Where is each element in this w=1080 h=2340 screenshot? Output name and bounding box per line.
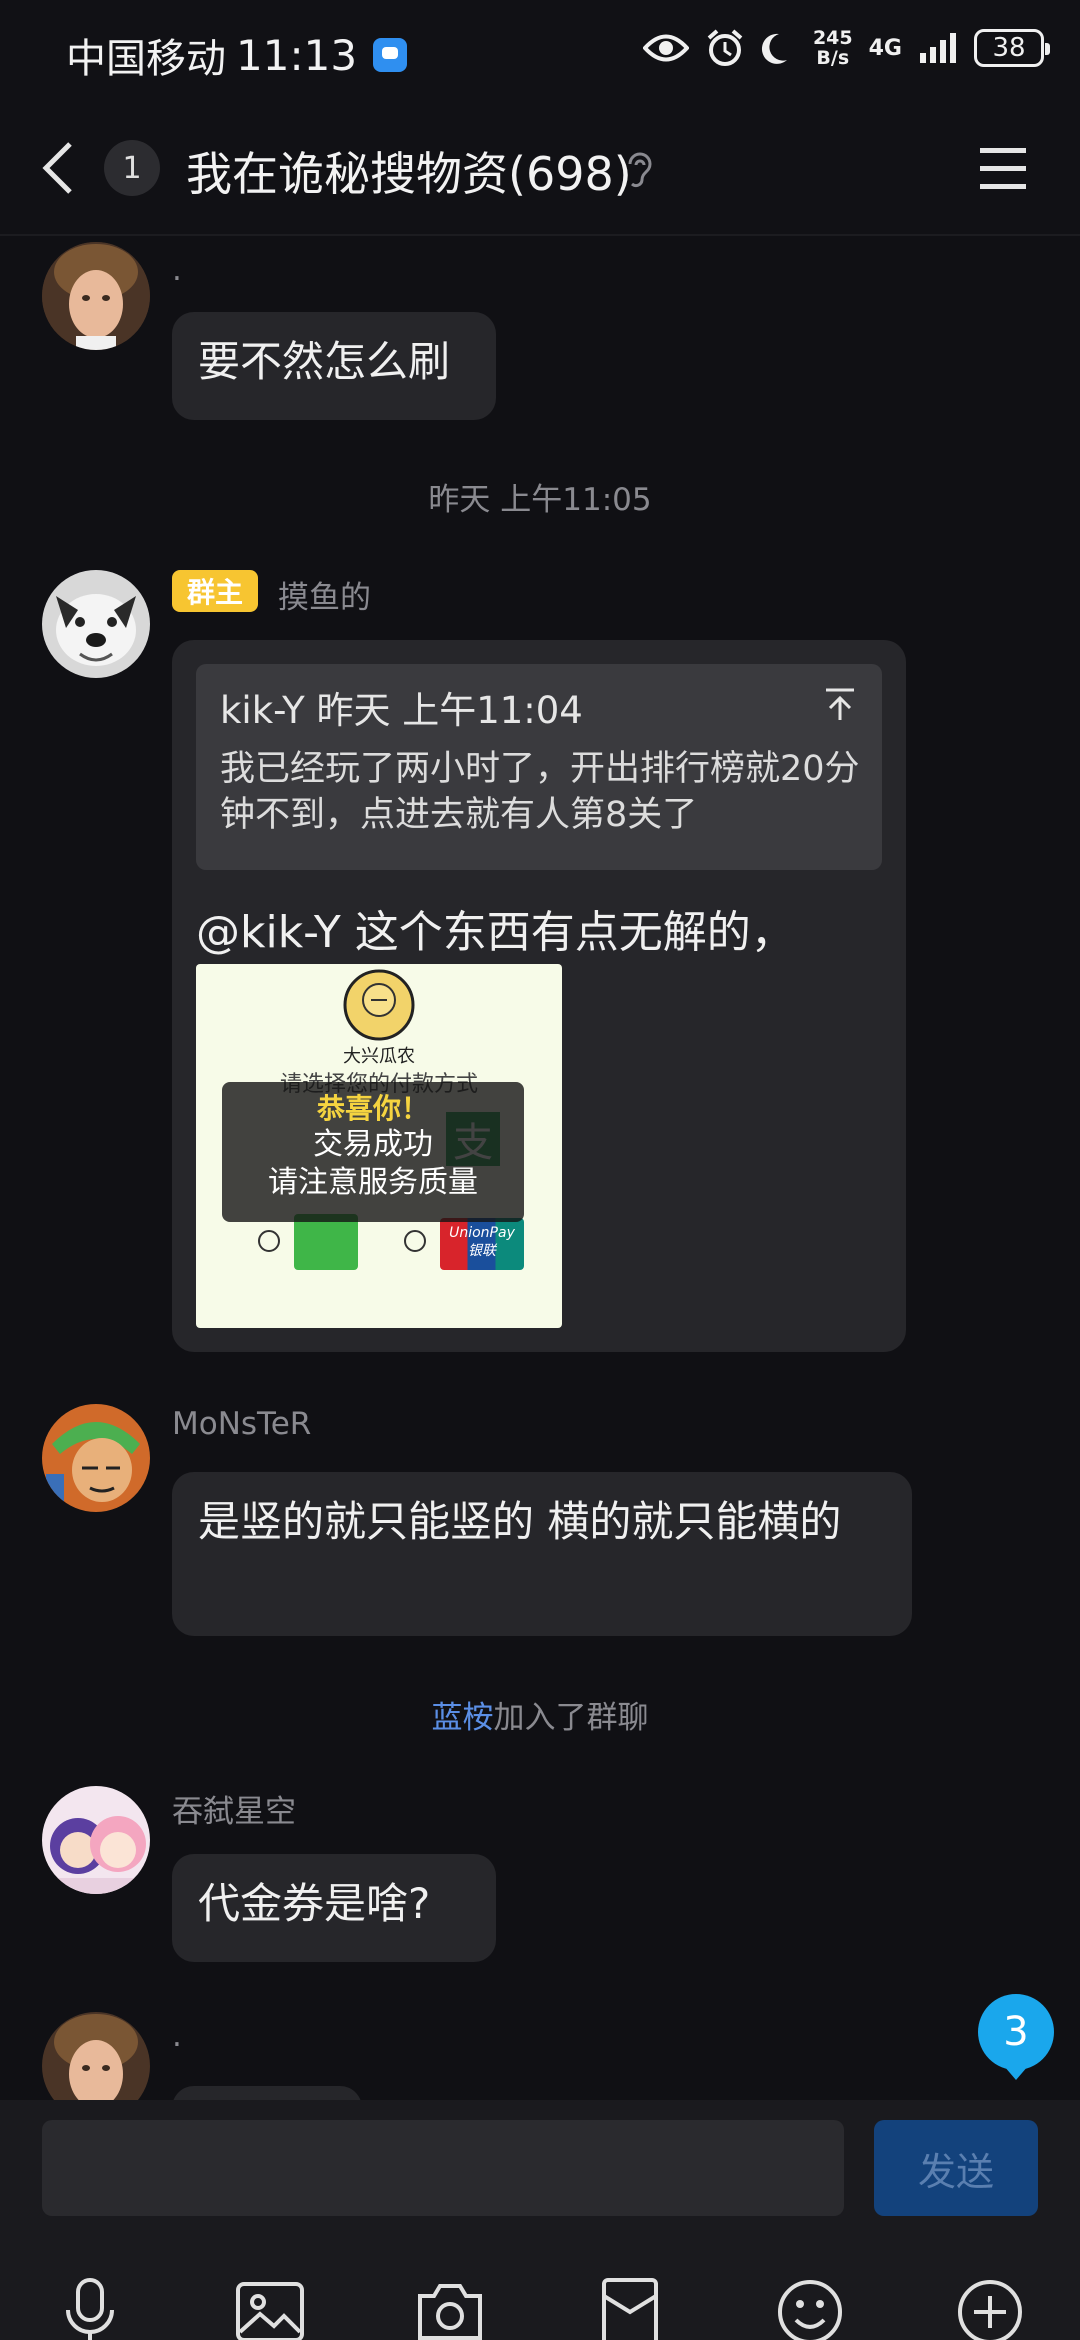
new-messages-badge[interactable]: 3 <box>978 1994 1054 2080</box>
speed-unit: B/s <box>816 47 850 69</box>
quote-header: kik-Y 昨天 上午11:04 <box>220 689 583 732</box>
toast-line-1: 恭喜你！ <box>316 1092 429 1125</box>
system-notice-text: 加入了群聊 <box>493 1700 649 1736</box>
unionpay-en: UnionPay <box>449 1225 515 1241</box>
message-text: @kik-Y 这个东西有点无解的， <box>196 907 795 958</box>
sender-name: 吞弑星空 <box>172 1794 296 1830</box>
emoji-icon[interactable] <box>774 2276 846 2340</box>
battery-indicator: 38 <box>974 29 1050 67</box>
sender-name: . <box>172 252 182 288</box>
avatar[interactable] <box>42 1404 150 1512</box>
alarm-icon <box>707 29 743 66</box>
clock: 11:13 <box>236 30 358 80</box>
avatar[interactable] <box>42 1786 150 1894</box>
message-list[interactable]: . 要不然怎么刷 昨天 上午11:05 群主 摸鱼的 kik-Y 昨天 上午11… <box>0 236 1080 2100</box>
shop-logo-icon <box>343 969 415 1041</box>
plus-icon[interactable] <box>954 2276 1026 2340</box>
microphone-icon[interactable] <box>54 2276 126 2340</box>
eye-icon <box>642 34 689 62</box>
message-bubble[interactable]: 要不然怎么刷 <box>172 312 496 420</box>
red-packet-icon[interactable] <box>594 2276 666 2340</box>
user-link[interactable]: 蓝桉 <box>432 1700 494 1736</box>
shop-name: 大兴瓜农 <box>343 1046 415 1067</box>
unread-count-badge[interactable]: 1 <box>104 140 160 196</box>
message-image[interactable]: 大兴瓜农 请选择您的付款方式 支 UnionPay 银联 恭喜你！ 交易成功 请… <box>196 964 562 1328</box>
timestamp-separator: 昨天 上午11:05 <box>428 482 652 518</box>
avatar[interactable] <box>42 570 150 678</box>
avatar[interactable] <box>42 242 150 350</box>
message-bubble[interactable] <box>172 2086 362 2100</box>
chat-header: 1 我在诡秘搜物资(698) <box>0 100 1080 236</box>
toast-line-3: 请注意服务质量 <box>268 1165 478 1200</box>
image-icon[interactable] <box>234 2276 306 2340</box>
expand-up-icon[interactable] <box>822 686 858 722</box>
avatar[interactable] <box>42 2012 150 2100</box>
group-title: 我在诡秘搜物资(698) <box>186 147 632 201</box>
unionpay-logo: UnionPay 银联 <box>440 1218 524 1270</box>
quoted-message[interactable]: kik-Y 昨天 上午11:04 我已经玩了两小时了，开出排行榜就20分钟不到，… <box>196 664 882 870</box>
back-arrow-icon[interactable] <box>38 140 78 196</box>
moon-icon <box>761 33 787 64</box>
unionpay-cn: 银联 <box>468 1243 496 1259</box>
success-toast: 恭喜你！ 交易成功 请注意服务质量 <box>222 1082 524 1222</box>
carrier-label: 中国移动 <box>66 36 226 82</box>
wechat-pay-logo <box>294 1214 358 1270</box>
network-speed: 245 B/s <box>813 28 853 68</box>
radio-unionpay[interactable] <box>404 1230 426 1252</box>
sender-name: 摸鱼的 <box>278 580 371 616</box>
ear-icon[interactable] <box>624 150 656 190</box>
network-type: 4G <box>868 35 902 61</box>
send-button[interactable]: 发送 <box>874 2120 1038 2216</box>
sender-name: MoNsTeR <box>172 1406 312 1442</box>
toast-line-2: 交易成功 <box>313 1127 433 1162</box>
notification-icon <box>373 38 408 72</box>
status-bar: 中国移动 11:13 245 B/s 4G 38 <box>0 0 1080 100</box>
signal-icon <box>920 33 956 63</box>
system-notice: 蓝桉加入了群聊 <box>0 1692 1080 1737</box>
message-input[interactable] <box>42 2120 844 2216</box>
camera-icon[interactable] <box>414 2276 486 2340</box>
sender-name: . <box>172 2018 182 2054</box>
message-bubble[interactable]: 是竖的就只能竖的 横的就只能横的 <box>172 1472 912 1636</box>
speed-value: 245 <box>812 27 853 49</box>
quote-body: 我已经玩了两小时了，开出排行榜就20分钟不到，点进去就有人第8关了 <box>220 749 860 835</box>
radio-wechat[interactable] <box>258 1230 280 1252</box>
message-bubble[interactable]: 代金券是啥? <box>172 1854 496 1962</box>
group-owner-badge: 群主 <box>172 570 258 612</box>
battery-level: 38 <box>992 33 1026 63</box>
menu-icon[interactable] <box>980 146 1026 190</box>
input-bar: 发送 <box>0 2100 1080 2340</box>
